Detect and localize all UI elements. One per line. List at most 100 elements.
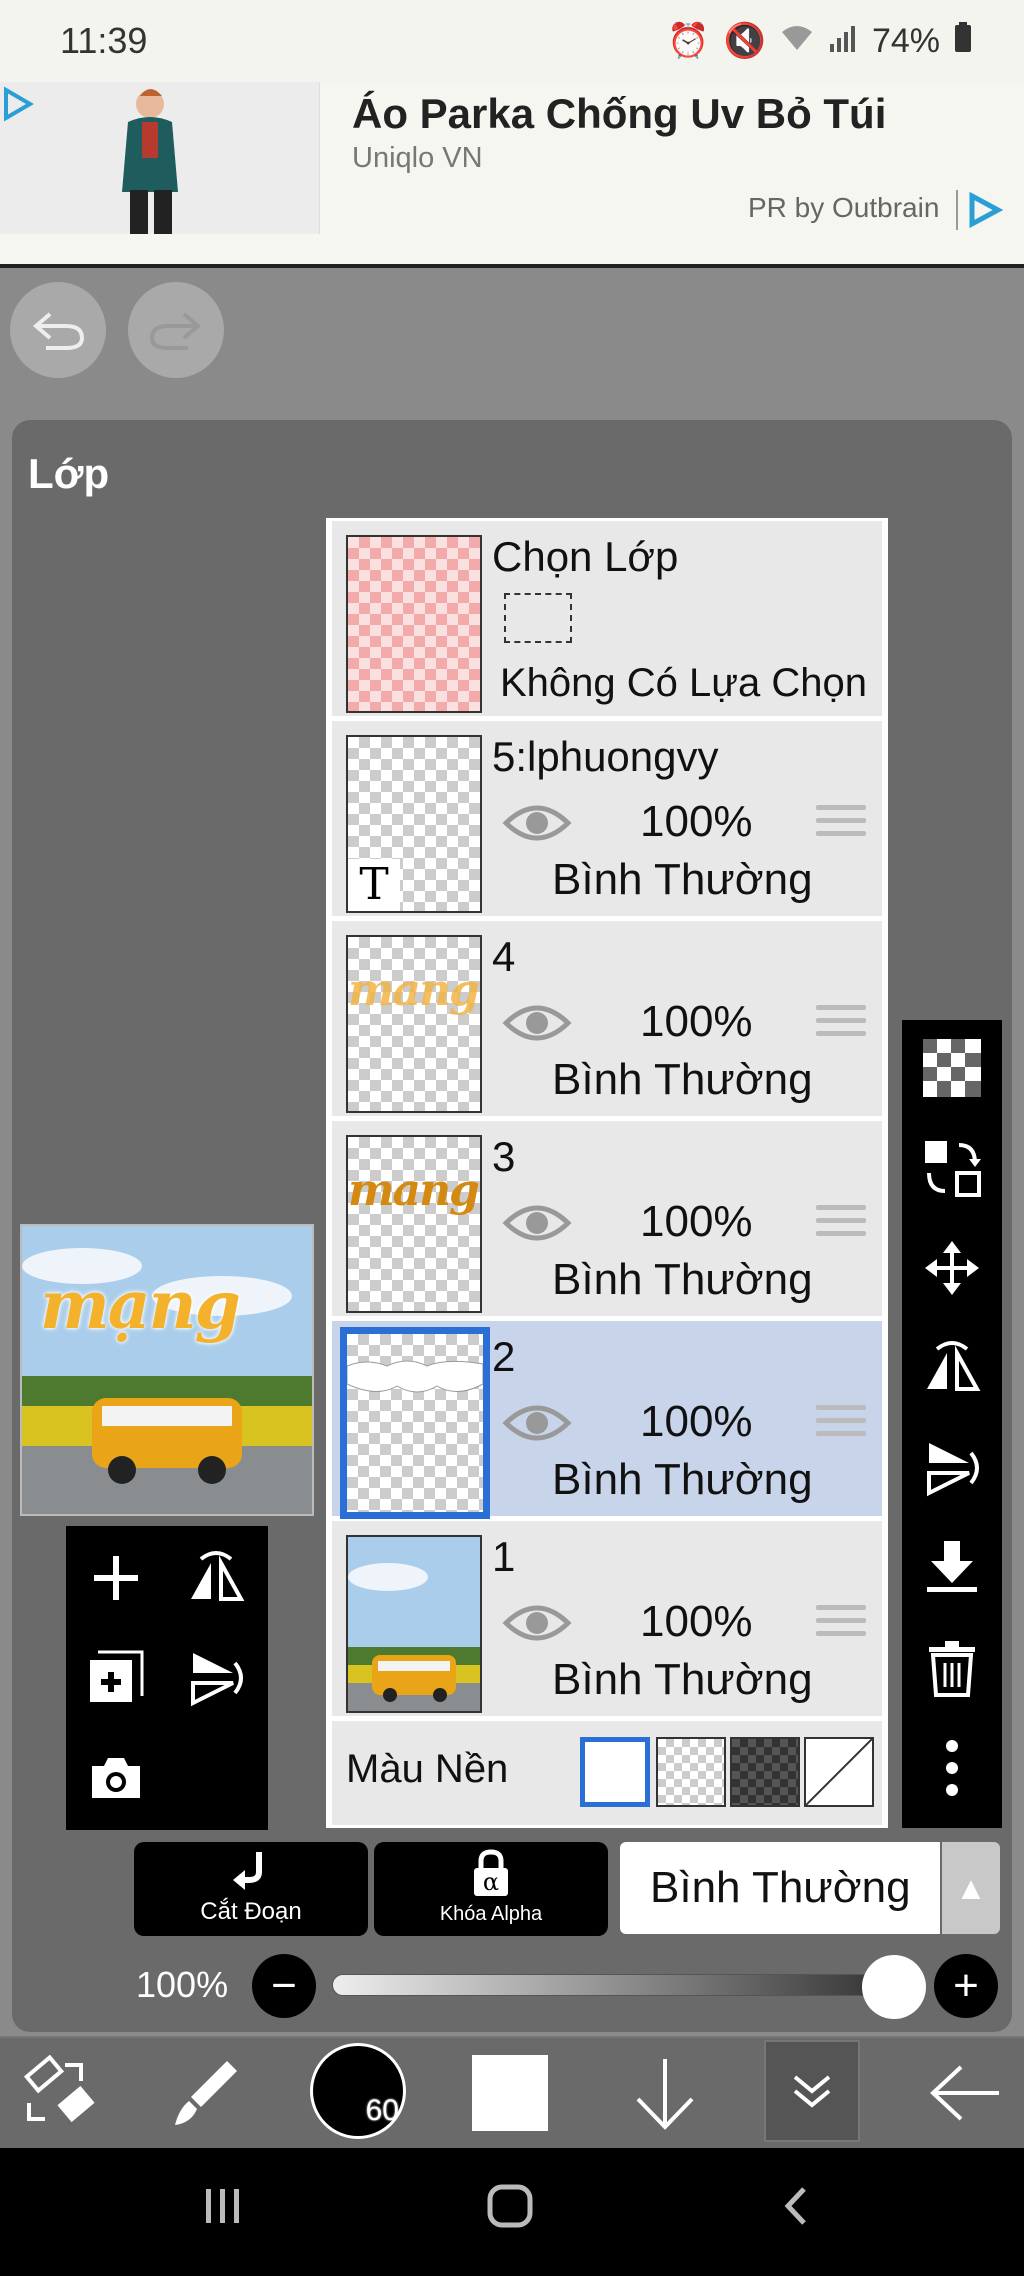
drag-handle-icon[interactable] [816,805,866,845]
redo-button[interactable] [128,282,224,378]
brush-size-value: 60 [365,2094,399,2127]
opacity-increase-button[interactable]: + [934,1954,998,2018]
layer-thumbnail: mang [346,1135,482,1313]
ad-divider [956,190,958,230]
selection-layer-row[interactable]: Chọn Lớp Không Có Lựa Chọn [332,521,882,719]
alpha-lock-label: Khóa Alpha [439,1903,543,1925]
layer-row-selected[interactable]: 2 100% Bình Thường [332,1321,882,1519]
redo-icon [149,312,202,350]
eye-icon[interactable] [502,799,572,847]
layer-opacity: 100% [640,1397,753,1446]
layer-blend-mode: Bình Thường [552,1255,813,1304]
transform-tool-button[interactable] [14,2048,104,2138]
more-options-icon[interactable] [922,1738,982,1798]
ad-source: Uniqlo VN [352,142,483,174]
layer-blend-mode: Bình Thường [552,1055,813,1104]
system-back-button[interactable] [778,2180,814,2242]
app-root: 11:39 ⏰ 🔇 74% Áo Parka Chống Uv Bỏ Túi U… [0,0,1024,2276]
color-swatch-button[interactable] [470,2048,550,2138]
canvas-preview[interactable]: mạng [20,1224,314,1516]
ad-title[interactable]: Áo Parka Chống Uv Bỏ Túi [352,90,886,138]
drag-handle-icon[interactable] [816,1205,866,1245]
drag-handle-icon[interactable] [816,1605,866,1645]
opacity-slider[interactable] [332,1974,892,1996]
layer-thumbnail: T [346,735,482,913]
background-color-label: Màu Nền [346,1747,509,1791]
ad-info-icon[interactable] [0,86,36,122]
recent-apps-icon [206,2189,239,2223]
undo-button[interactable] [10,282,106,378]
recent-apps-button[interactable] [200,2180,246,2242]
eye-icon[interactable] [502,999,572,1047]
arrow-left-icon [930,2065,999,2121]
chevron-left-icon [784,2187,806,2225]
selection-layer-thumbnail [346,535,482,713]
flip-layer-horizontal-icon[interactable] [186,1548,246,1608]
bg-transparent-dark-swatch[interactable] [730,1737,800,1807]
layer-opacity: 100% [640,997,753,1046]
alpha-lock-button[interactable]: α Khóa Alpha [374,1842,608,1936]
down-arrow-button[interactable] [620,2048,710,2138]
selection-marquee-icon [504,593,572,643]
layer-thumbnail: mang [346,935,482,1113]
duplicate-layer-icon[interactable] [86,1648,146,1708]
merge-down-icon[interactable] [922,1538,982,1598]
lock-icon: α [466,1848,516,1898]
signal-icon [828,22,858,61]
opacity-slider-thumb[interactable] [862,1955,926,2019]
clipping-button[interactable]: Cắt Đoạn [134,1842,368,1936]
layer-opacity: 100% [640,1197,753,1246]
drag-handle-icon[interactable] [816,1405,866,1445]
ad-banner[interactable]: Áo Parka Chống Uv Bỏ Túi Uniqlo VN PR by… [0,82,1024,268]
alpha-glyph: α [482,1868,500,1896]
brush-size-button[interactable]: 60 [308,2043,408,2139]
status-time: 11:39 [60,20,148,61]
panel-title: Lớp [28,450,110,497]
blend-mode-dropdown-button[interactable]: ▲ [942,1842,1000,1934]
back-button[interactable] [920,2048,1010,2138]
swap-layers-icon[interactable] [922,1138,982,1198]
layer-row[interactable]: T 5:lphuongvy 100% Bình Thường [332,721,882,919]
layer-blend-mode: Bình Thường [552,1655,813,1704]
bg-white-swatch[interactable] [580,1737,650,1807]
status-bar: 11:39 ⏰ 🔇 74% [0,0,1024,82]
thumbnail-text: mang [348,1165,480,1216]
text-layer-icon: T [348,859,400,911]
checker-transparency-icon[interactable] [922,1038,982,1098]
brush-size-circle: 60 [310,2043,406,2139]
preview-title-text: mạng [40,1266,241,1344]
eye-icon[interactable] [502,1399,572,1447]
ad-image[interactable] [0,82,320,234]
layer-tools-bar [902,1020,1002,1828]
layer-row[interactable]: mang 3 100% Bình Thường [332,1121,882,1319]
add-layer-icon[interactable] [86,1548,146,1608]
bg-transparent-light-swatch[interactable] [656,1737,726,1807]
flip-vertical-icon[interactable] [922,1438,982,1498]
wifi-icon [780,22,814,61]
layer-row[interactable]: mang 4 100% Bình Thường [332,921,882,1119]
opacity-value: 100% [136,1964,229,2005]
blend-mode-select[interactable]: Bình Thường [620,1842,940,1934]
flip-horizontal-icon[interactable] [922,1338,982,1398]
clipping-label: Cắt Đoạn [200,1898,302,1925]
camera-icon[interactable] [86,1748,146,1808]
bg-none-swatch[interactable] [804,1737,874,1807]
layer-name: 2 [492,1333,516,1380]
eye-icon[interactable] [502,1199,572,1247]
opacity-decrease-button[interactable]: − [252,1954,316,2018]
flip-layer-vertical-icon[interactable] [186,1648,246,1708]
home-button[interactable] [486,2180,536,2242]
outbrain-icon[interactable] [964,190,1004,230]
eye-icon[interactable] [502,1599,572,1647]
home-icon [487,2184,533,2228]
layer-name: 4 [492,933,516,980]
move-icon[interactable] [922,1238,982,1298]
ad-pr-label[interactable]: PR by Outbrain [748,192,939,224]
brush-tool-button[interactable] [160,2048,250,2138]
layers-panel-button[interactable] [764,2040,860,2142]
layer-thumbnail [346,1535,482,1713]
trash-icon[interactable] [922,1638,982,1698]
layer-row[interactable]: 1 100% Bình Thường [332,1521,882,1719]
drag-handle-icon[interactable] [816,1005,866,1045]
transform-eraser-icon [23,2055,95,2123]
